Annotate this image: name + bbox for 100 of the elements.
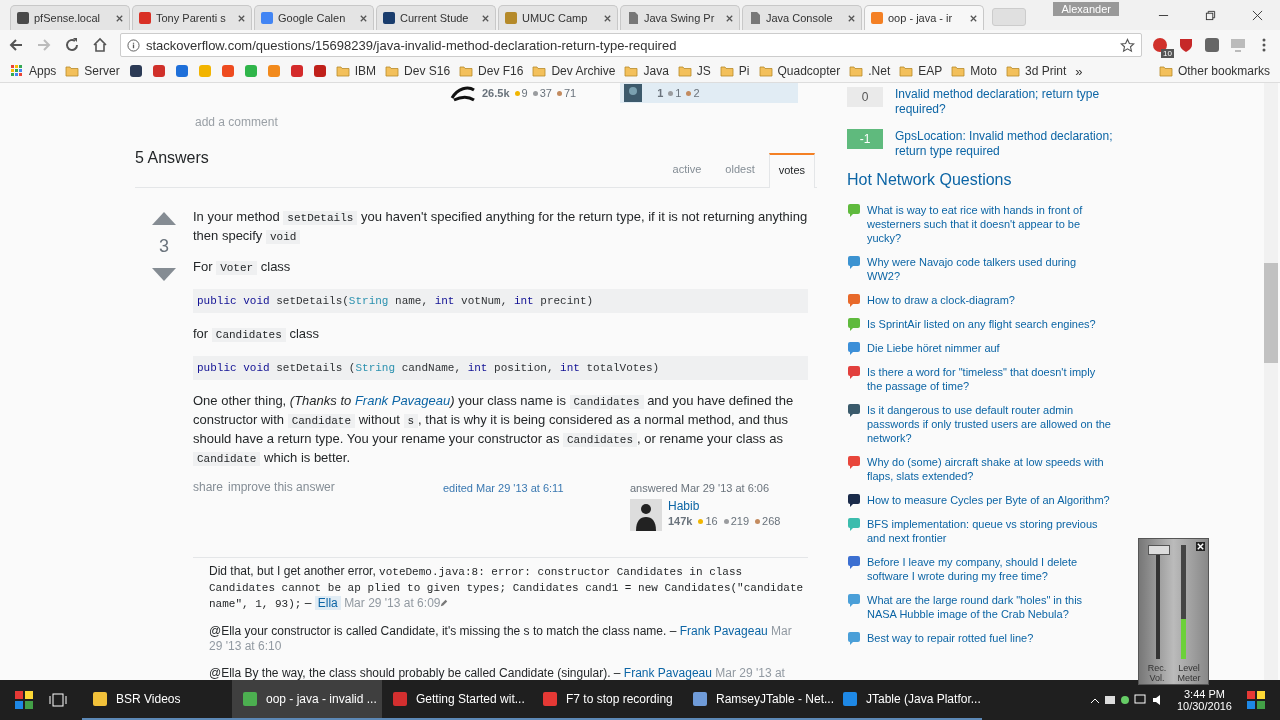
close-icon[interactable] <box>1252 10 1263 21</box>
bookmark-folder[interactable]: Moto <box>951 64 997 78</box>
bookmark-folder[interactable]: Quadcopter <box>758 64 841 78</box>
bookmark-icon[interactable] <box>151 64 166 78</box>
bookmark-folder[interactable]: IBM <box>335 64 377 78</box>
clock[interactable]: 3:44 PM 10/30/2016 <box>1176 688 1232 712</box>
maximize-icon[interactable] <box>1205 10 1216 21</box>
bookmark-folder[interactable]: Server <box>65 64 120 78</box>
taskbar-button[interactable]: oop - java - invalid ... <box>232 680 382 720</box>
info-icon[interactable] <box>127 38 140 52</box>
question-link[interactable]: Is SprintAir listed on any flight search engines? <box>867 317 1096 331</box>
question-link[interactable]: Best way to repair rotted fuel line? <box>867 631 1034 645</box>
browser-tab[interactable]: Java Console <box>742 5 862 30</box>
question-link[interactable]: What is way to eat rice with hands in front of westerners such that it doesn't appear to be yucky? <box>867 203 1112 245</box>
volume-slider-thumb[interactable] <box>1148 545 1170 555</box>
volume-label: Rec. Vol. <box>1146 663 1168 683</box>
extension-icon[interactable] <box>1152 37 1168 53</box>
browser-tab[interactable]: Google Calen <box>254 5 374 30</box>
question-link[interactable]: Before I leave my company, should I delete software I wrote during my free time? <box>867 555 1112 583</box>
browser-tab[interactable]: Tony Parenti s <box>132 5 252 30</box>
bookmark-icon[interactable] <box>174 64 189 78</box>
bookmark-folder[interactable]: Java <box>624 64 669 78</box>
bookmark-folder[interactable]: Dev S16 <box>385 64 451 78</box>
task-view-icon[interactable] <box>48 692 68 708</box>
browser-tab[interactable]: Current Stude <box>376 5 496 30</box>
address-field[interactable]: stackoverflow.com/questions/15698239/java-invalid-method-declaration-return-type-required <box>120 33 1142 57</box>
folder-icon <box>385 65 400 77</box>
question-link[interactable]: What are the large round dark "holes" in this NASA Hubble image of the Crab Nebula? <box>867 593 1112 621</box>
user-link[interactable]: Habib <box>668 499 781 513</box>
taskbar-button[interactable]: JTable (Java Platfor... <box>832 680 982 720</box>
bookmark-folder[interactable]: 3d Print <box>1005 64 1067 78</box>
notification-badge: 10 <box>1161 49 1174 58</box>
bookmark-folder[interactable]: EAP <box>899 64 943 78</box>
related-question-link[interactable]: Invalid method declaration; return type required? <box>895 87 1122 117</box>
back-icon[interactable] <box>8 37 24 53</box>
bookmark-folder[interactable]: Dev Archive <box>532 64 616 78</box>
user-link[interactable]: Frank Pavageau <box>354 393 451 408</box>
browser-tab[interactable]: oop - java - ir <box>864 5 984 30</box>
bookmark-folder[interactable]: .Net <box>849 64 891 78</box>
vote-count: 3 <box>159 236 169 257</box>
taskbar-button[interactable]: Getting Started wit... <box>382 680 532 720</box>
folder-icon <box>459 65 474 77</box>
pencil-icon <box>440 599 449 607</box>
user-link[interactable]: Frank Pavageau <box>623 666 712 680</box>
downvote-icon[interactable] <box>150 267 178 283</box>
code-block: public void setDetails(String name, int votNum, int precint) <box>193 289 808 313</box>
reputation: 26.5k <box>482 87 510 99</box>
more-bookmarks-button[interactable]: » <box>1075 63 1083 79</box>
upvote-icon[interactable] <box>150 210 178 226</box>
edited-link[interactable]: edited Mar 29 '13 at 6:11 <box>443 482 630 494</box>
bookmark-icon[interactable] <box>312 64 327 78</box>
bookmark-folder[interactable]: Pi <box>719 64 750 78</box>
start-icon[interactable] <box>14 690 34 710</box>
avatar <box>630 499 662 531</box>
apps-button[interactable]: Apps <box>10 64 57 78</box>
taskbar-button[interactable]: F7 to stop recording <box>532 680 682 720</box>
browser-tab[interactable]: UMUC Camp <box>498 5 618 30</box>
question-link[interactable]: Die Liebe höret nimmer auf <box>867 341 1000 355</box>
bookmark-folder[interactable]: Other bookmarks <box>1158 64 1270 78</box>
reload-icon[interactable] <box>64 37 80 53</box>
browser-tab[interactable]: Java Swing Pr <box>620 5 740 30</box>
home-icon[interactable] <box>92 37 108 53</box>
question-link[interactable]: Is it dangerous to use default router admin passwords if only trusted users are allowed on the network? <box>867 403 1112 445</box>
badge-count: 37 <box>532 87 552 99</box>
question-link[interactable]: Why do (some) aircraft shake at low speeds with flaps, slats extended? <box>867 455 1112 483</box>
badge-count: 16 <box>698 515 718 527</box>
reputation: 147k <box>668 515 693 527</box>
answer-score: -1 <box>847 129 883 149</box>
taskbar-button[interactable]: RamseyJTable - Net... <box>682 680 832 720</box>
comment-text: @Ella your constructor is called Candidate, it's missing the s to match the class name. – Frank Pavageau Mar 29 '13 at 6:10 <box>209 624 793 654</box>
notification-icon[interactable] <box>1246 690 1266 710</box>
folder-icon <box>1005 65 1020 77</box>
bookmark-folder[interactable]: Dev F16 <box>459 64 524 78</box>
browser-tab[interactable]: pfSense.local <box>10 5 130 30</box>
sort-tab[interactable]: votes <box>768 153 815 188</box>
extension-icon[interactable] <box>1204 37 1220 53</box>
badge-count: 9 <box>514 87 528 99</box>
bookmark-star-icon[interactable] <box>1120 37 1135 53</box>
question-link[interactable]: Is there a word for "timeless" that doesn't imply the passage of time? <box>867 365 1112 393</box>
scrollbar[interactable] <box>1264 83 1278 680</box>
shield-icon[interactable] <box>1178 37 1194 53</box>
user-link[interactable]: Frank Pavageau <box>679 624 768 638</box>
bookmark-icon[interactable] <box>289 64 304 78</box>
folder-icon <box>532 65 547 77</box>
question-link[interactable]: Why were Navajo code talkers used during WW2? <box>867 255 1112 283</box>
badge-count: 1 <box>668 87 682 99</box>
question-link[interactable]: How to measure Cycles per Byte of an Algorithm? <box>867 493 1110 507</box>
folder-icon <box>951 65 966 77</box>
question-link[interactable]: How to draw a clock-diagram? <box>867 293 1015 307</box>
close-icon[interactable] <box>969 13 978 23</box>
folder-icon <box>624 65 639 77</box>
answer-text: One other thing, (Thanks to Frank Pavageau) your class name is Candidates and you have defined the constructor with Candidate without s , that is why it is being considered as a normal method, and thus should have a return type. You your rename your constructor as Candidates , or rename your class as Candidate which is better. <box>193 392 795 468</box>
badge-count: 71 <box>556 87 577 99</box>
bookmark-folder[interactable]: JS <box>677 64 711 78</box>
question-link[interactable]: BFS implementation: queue vs storing previous and next frontier <box>867 517 1112 545</box>
user-link[interactable]: Ella <box>314 596 341 610</box>
related-question-link[interactable]: GpsLocation: Invalid method declaration; return type required <box>895 129 1122 159</box>
bookmark-icon[interactable] <box>128 64 143 78</box>
comment-text: Did that, but I get another error, voteDemo.java:8: error: constructor Candidates in class Candidates cannot be ap plied to given types; Candidates cand1 = new Candidates("candidate name", 1, 93); – Ella Mar 29 '13 at 6:09 <box>209 564 805 612</box>
folder-icon <box>1158 65 1173 77</box>
